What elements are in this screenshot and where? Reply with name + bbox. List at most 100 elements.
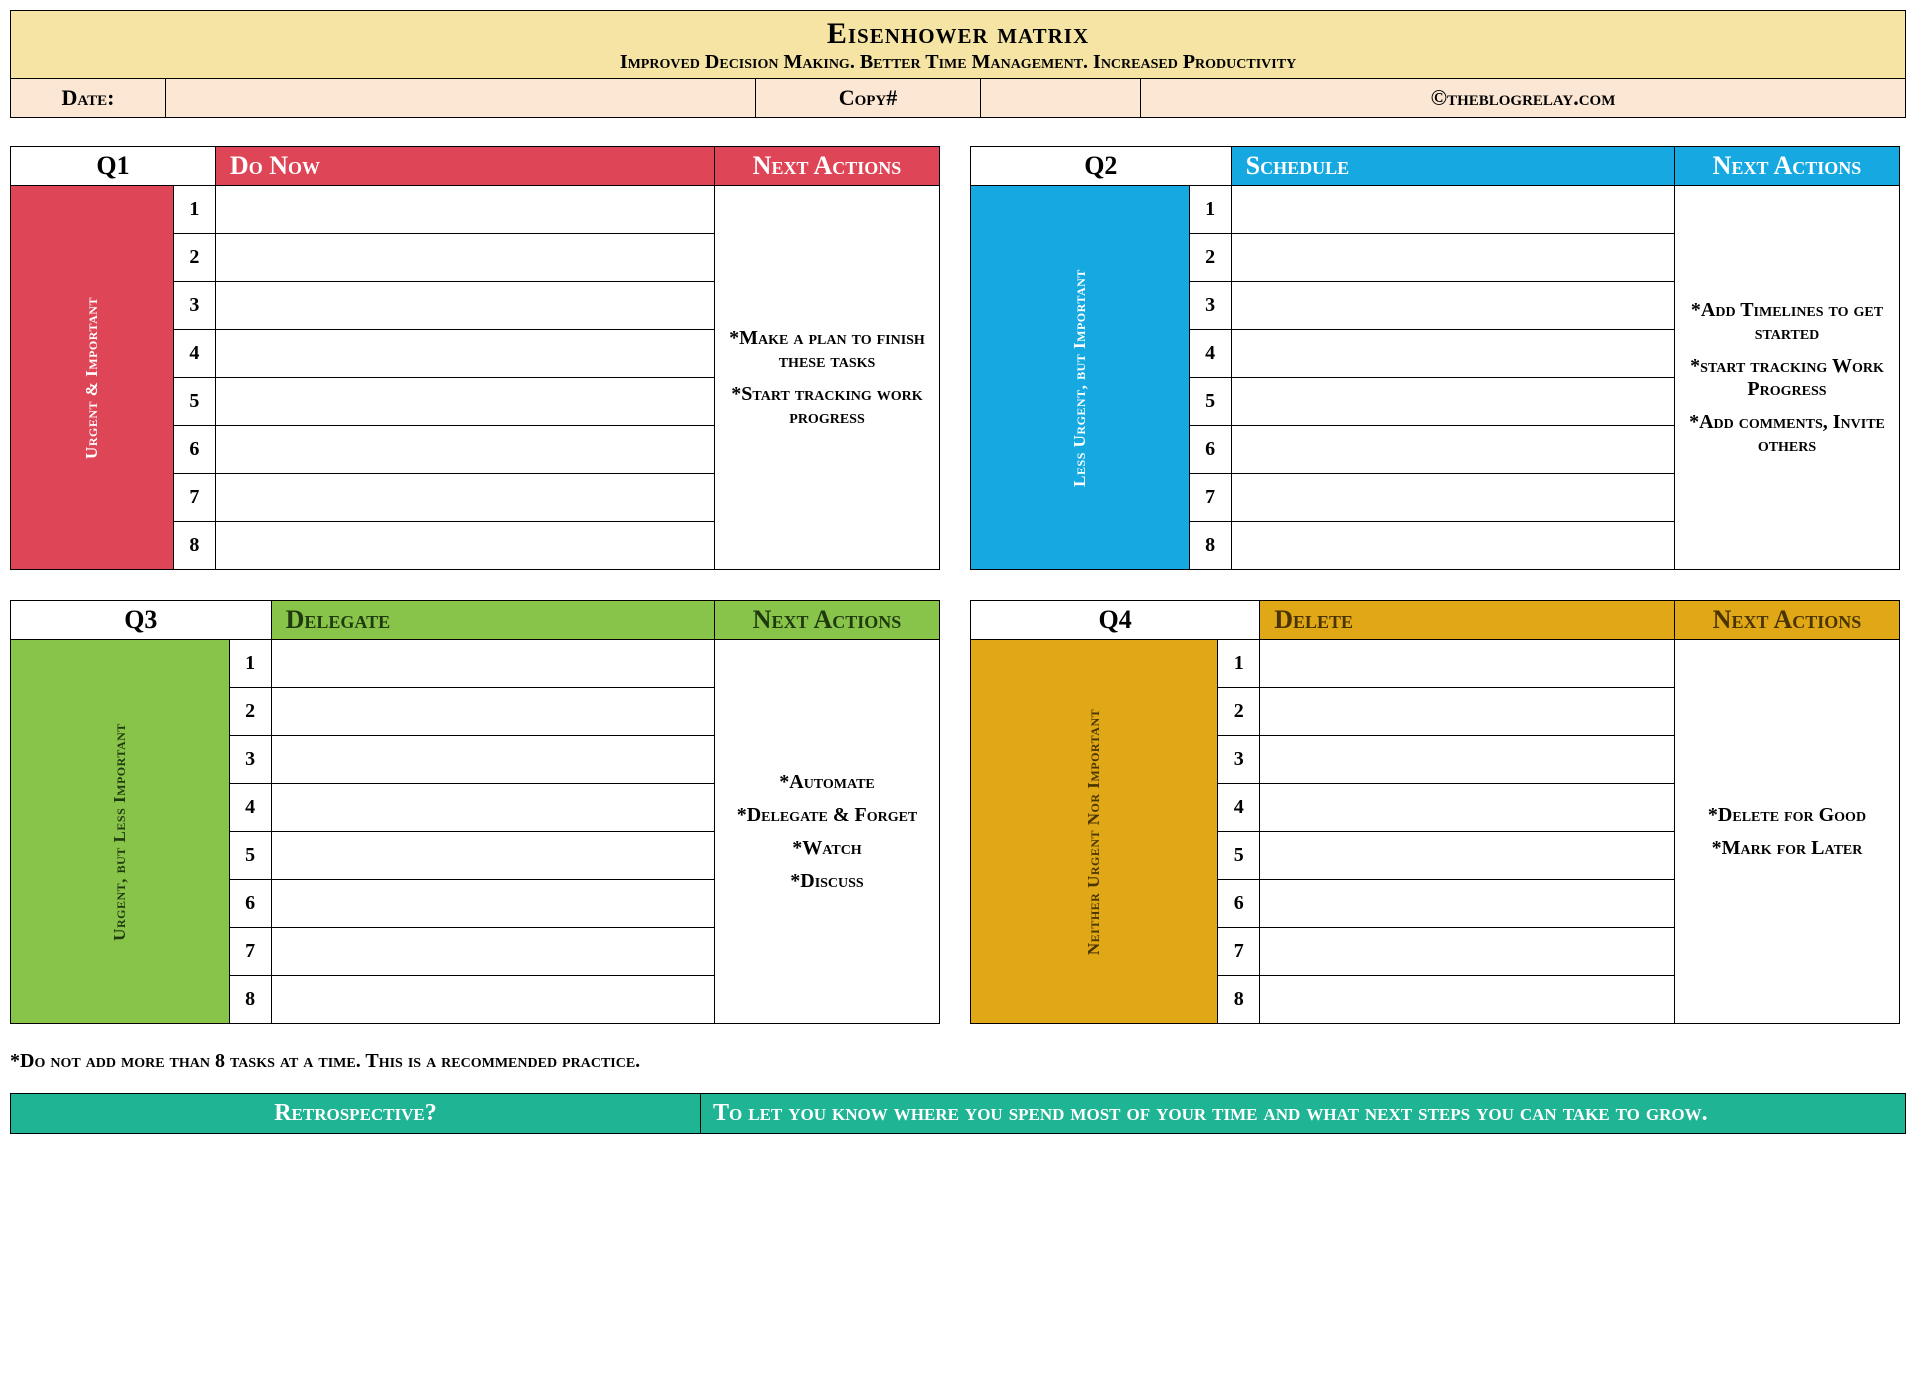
row-number: 5 <box>173 378 215 426</box>
row-number: 8 <box>229 976 271 1024</box>
task-cell[interactable] <box>1231 474 1674 522</box>
page-subtitle: Improved Decision Making. Better Time Ma… <box>11 51 1905 74</box>
row-number: 7 <box>229 928 271 976</box>
page-title: Eisenhower matrix <box>11 17 1905 51</box>
row-number: 1 <box>173 186 215 234</box>
next-action-item: *Add Timelines to get started <box>1683 299 1891 345</box>
task-cell[interactable] <box>1231 330 1674 378</box>
row-number: 3 <box>1189 282 1231 330</box>
task-cell[interactable] <box>1260 880 1675 928</box>
task-cell[interactable] <box>1231 522 1674 570</box>
next-actions-header: Next Actions <box>715 147 940 186</box>
row-number: 2 <box>1218 688 1260 736</box>
row-number: 2 <box>173 234 215 282</box>
row-number: 2 <box>1189 234 1231 282</box>
next-actions-header: Next Actions <box>715 601 940 640</box>
quadrant-q2: Q2ScheduleNext ActionsLess Urgent, but I… <box>970 146 1900 570</box>
next-action-item: *Add comments, Invite others <box>1683 411 1891 457</box>
task-cell[interactable] <box>1260 736 1675 784</box>
retrospective-text: To let you know where you spend most of … <box>701 1094 1905 1133</box>
task-cell[interactable] <box>1231 234 1674 282</box>
next-action-item: *Delete for Good <box>1683 804 1891 827</box>
next-actions-cell: *Add Timelines to get started *start trac… <box>1675 186 1900 570</box>
row-number: 7 <box>173 474 215 522</box>
next-actions-header: Next Actions <box>1675 147 1900 186</box>
next-action-item: *Mark for Later <box>1683 837 1891 860</box>
task-cell[interactable] <box>271 976 714 1024</box>
quadrant-category-label: Urgent, but Less Important <box>11 640 230 1024</box>
footnote-text: *Do not add more than 8 tasks at a time.… <box>10 1050 1906 1073</box>
task-cell[interactable] <box>1231 378 1674 426</box>
task-cell[interactable] <box>1231 426 1674 474</box>
row-number: 4 <box>1189 330 1231 378</box>
task-cell[interactable] <box>271 832 714 880</box>
quadrant-category-label: Neither Urgent Nor Important <box>971 640 1218 1024</box>
quadrant-title: Schedule <box>1231 147 1674 186</box>
next-action-item: *Discuss <box>723 870 931 893</box>
eisenhower-matrix: Q1Do NowNext ActionsUrgent & Important1*… <box>10 146 1906 1024</box>
task-cell[interactable] <box>271 784 714 832</box>
task-cell[interactable] <box>1231 282 1674 330</box>
row-number: 3 <box>1218 736 1260 784</box>
copyright-text: ©theblogrelay.com <box>1141 79 1905 117</box>
task-cell[interactable] <box>215 234 714 282</box>
quadrant-title: Delegate <box>271 601 714 640</box>
row-number: 1 <box>229 640 271 688</box>
row-number: 2 <box>229 688 271 736</box>
task-cell[interactable] <box>271 880 714 928</box>
task-cell[interactable] <box>215 186 714 234</box>
quadrant-q1: Q1Do NowNext Actions Urgent & Important1 *… <box>10 146 940 570</box>
row-number: 7 <box>1189 474 1231 522</box>
next-action-item: *Start tracking work progress <box>723 383 931 429</box>
row-number: 5 <box>229 832 271 880</box>
task-cell[interactable] <box>1260 832 1675 880</box>
next-actions-header: Next Actions <box>1675 601 1900 640</box>
task-cell[interactable] <box>271 688 714 736</box>
next-action-item: *Delegate & Forget <box>723 804 931 827</box>
row-number: 4 <box>1218 784 1260 832</box>
task-cell[interactable] <box>1260 640 1675 688</box>
row-number: 1 <box>1189 186 1231 234</box>
task-cell[interactable] <box>215 474 714 522</box>
row-number: 6 <box>173 426 215 474</box>
row-number: 4 <box>173 330 215 378</box>
task-cell[interactable] <box>1260 976 1675 1024</box>
task-cell[interactable] <box>215 378 714 426</box>
row-number: 4 <box>229 784 271 832</box>
task-cell[interactable] <box>215 330 714 378</box>
task-cell[interactable] <box>271 640 714 688</box>
task-cell[interactable] <box>215 282 714 330</box>
task-cell[interactable] <box>1260 928 1675 976</box>
quadrant-category-label: Urgent & Important <box>11 186 174 570</box>
row-number: 3 <box>173 282 215 330</box>
task-cell[interactable] <box>1231 186 1674 234</box>
quadrant-q3: Q3DelegateNext ActionsUrgent, but Less I… <box>10 600 940 1024</box>
copy-field[interactable] <box>981 79 1141 117</box>
quadrant-code: Q1 <box>11 147 216 186</box>
date-label: Date: <box>11 79 166 117</box>
row-number: 5 <box>1218 832 1260 880</box>
row-number: 6 <box>229 880 271 928</box>
task-cell[interactable] <box>215 426 714 474</box>
quadrant-title: Do Now <box>215 147 714 186</box>
page-header: Eisenhower matrix Improved Decision Maki… <box>10 10 1906 79</box>
task-cell[interactable] <box>1260 784 1675 832</box>
retrospective-bar: Retrospective? To let you know where you… <box>10 1093 1906 1134</box>
next-action-item: *start tracking Work Progress <box>1683 355 1891 401</box>
next-action-item: *Automate <box>723 771 931 794</box>
row-number: 5 <box>1189 378 1231 426</box>
row-number: 6 <box>1189 426 1231 474</box>
row-number: 1 <box>1218 640 1260 688</box>
row-number: 6 <box>1218 880 1260 928</box>
quadrant-category-label: Less Urgent, but Important <box>971 186 1190 570</box>
next-action-item: *Watch <box>723 837 931 860</box>
task-cell[interactable] <box>1260 688 1675 736</box>
task-cell[interactable] <box>271 928 714 976</box>
row-number: 8 <box>1189 522 1231 570</box>
meta-row: Date: Copy# ©theblogrelay.com <box>10 79 1906 118</box>
date-field[interactable] <box>166 79 756 117</box>
task-cell[interactable] <box>271 736 714 784</box>
row-number: 3 <box>229 736 271 784</box>
task-cell[interactable] <box>215 522 714 570</box>
row-number: 7 <box>1218 928 1260 976</box>
